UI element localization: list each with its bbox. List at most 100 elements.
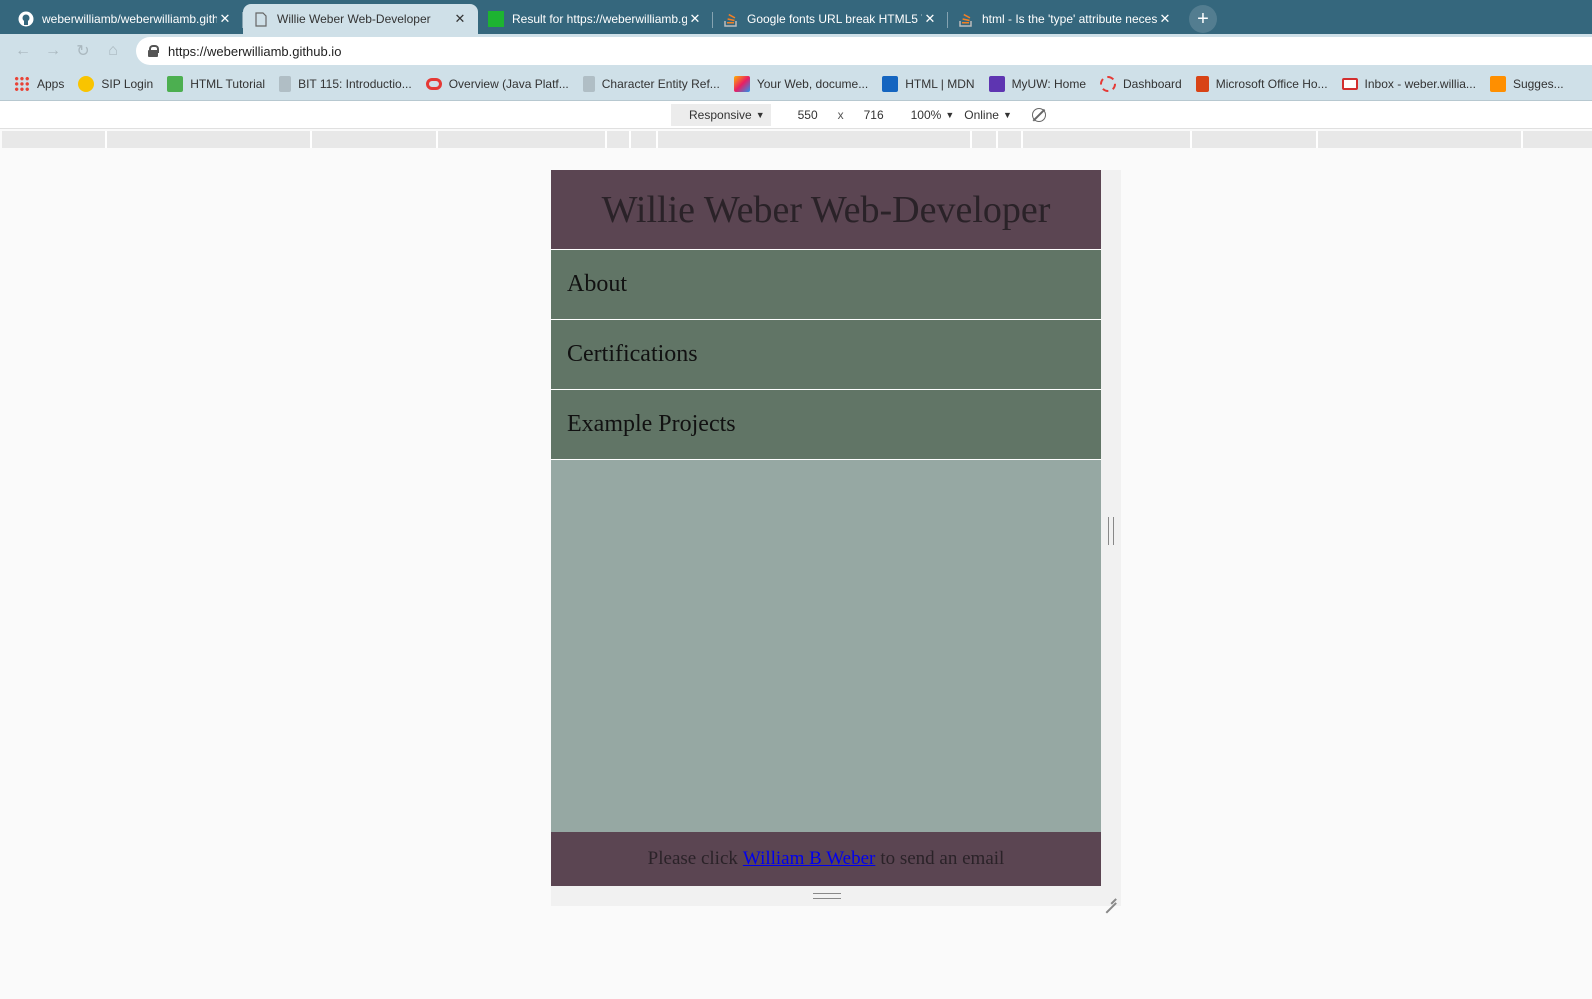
bookmark-character-entity[interactable]: Character Entity Ref...	[582, 76, 720, 92]
network-label: Online	[964, 108, 999, 122]
zoom-label: 100%	[910, 108, 942, 122]
main-content	[551, 460, 1101, 830]
bookmark-label: HTML Tutorial	[190, 77, 266, 91]
bookmark-your-web[interactable]: Your Web, docume...	[733, 76, 869, 92]
page-icon	[253, 11, 269, 27]
office-icon	[1195, 76, 1209, 92]
tab-title: Willie Weber Web-Developer	[277, 12, 431, 26]
media-query-divider	[996, 131, 998, 148]
site-footer: Please click William B Weber to send an …	[551, 832, 1101, 886]
stackoverflow-icon	[723, 11, 739, 27]
bookmark-myuw[interactable]: MyUW: Home	[988, 76, 1087, 92]
tab-google-fonts[interactable]: Google fonts URL break HTML5 Validation …	[713, 4, 948, 34]
media-query-divider	[656, 131, 658, 148]
nav-item-certifications[interactable]: Certifications	[551, 320, 1101, 390]
bookmark-dashboard[interactable]: Dashboard	[1100, 76, 1182, 92]
dashboard-icon	[1100, 76, 1117, 92]
dropdown-caret-icon: ▼	[1002, 110, 1012, 120]
address-bar[interactable]: https://weberwilliamb.github.io	[136, 37, 1592, 65]
tab-type-attribute[interactable]: html - Is the 'type' attribute necessary…	[948, 4, 1183, 34]
reload-icon[interactable]: ↻	[68, 37, 98, 65]
tab-github[interactable]: weberwilliamb/weberwilliamb.github.io ✕	[8, 4, 243, 34]
oracle-icon	[425, 78, 442, 90]
tab-willie-weber[interactable]: Willie Weber Web-Developer ✕	[243, 4, 478, 34]
stackoverflow-icon	[958, 11, 974, 27]
bookmark-sip-login[interactable]: SIP Login	[78, 76, 153, 92]
bookmark-html-mdn[interactable]: HTML | MDN	[882, 76, 975, 92]
lock-icon	[148, 45, 159, 57]
tab-title: weberwilliamb/weberwilliamb.github.io	[42, 12, 217, 26]
green-square-icon	[488, 11, 504, 27]
bookmarks-bar: Apps SIP Login HTML Tutorial BIT 115: In…	[0, 68, 1592, 101]
device-toolbar: Responsive ▼ 550 x 716 100% ▼ Online ▼	[0, 101, 1592, 129]
dropdown-caret-icon: ▼	[755, 110, 765, 120]
viewport-width-input[interactable]: 550	[784, 104, 831, 126]
bookmark-bit115[interactable]: BIT 115: Introductio...	[279, 76, 412, 92]
bookmark-label: Sugges...	[1512, 77, 1564, 91]
close-icon[interactable]: ✕	[1157, 11, 1173, 27]
bookmark-inbox[interactable]: Inbox - weber.willia...	[1341, 77, 1476, 91]
gmail-icon	[1341, 78, 1358, 90]
media-query-divider	[310, 131, 312, 148]
back-icon[interactable]: ←	[8, 37, 38, 65]
close-icon[interactable]: ✕	[452, 11, 468, 27]
footer-text-after: to send an email	[880, 848, 1005, 869]
resize-handle-right[interactable]	[1108, 517, 1114, 545]
dimension-separator: x	[837, 108, 844, 122]
apps-grid-icon	[14, 76, 30, 92]
media-query-divider	[1021, 131, 1023, 148]
home-icon[interactable]: ⌂	[98, 37, 128, 65]
device-mode-select[interactable]: Responsive ▼	[671, 104, 771, 126]
bookmark-html-tutorial[interactable]: HTML Tutorial	[167, 76, 265, 92]
media-query-divider	[605, 131, 607, 148]
bookmark-label: BIT 115: Introductio...	[298, 77, 412, 91]
bookmark-label: Character Entity Ref...	[601, 77, 720, 91]
myuw-icon	[988, 76, 1005, 92]
sip-login-icon	[78, 76, 95, 92]
suggestion-icon	[1489, 76, 1506, 92]
site-title: Willie Weber Web-Developer	[601, 188, 1051, 231]
url-text: https://weberwilliamb.github.io	[168, 43, 342, 59]
close-icon[interactable]: ✕	[922, 11, 938, 27]
bookmark-office[interactable]: Microsoft Office Ho...	[1195, 76, 1328, 92]
tab-result[interactable]: Result for https://weberwilliamb.github.…	[478, 4, 713, 34]
media-query-divider	[970, 131, 972, 148]
bookmark-label: HTML | MDN	[905, 77, 975, 91]
bookmark-label: Microsoft Office Ho...	[1215, 77, 1328, 91]
close-icon[interactable]: ✕	[687, 11, 703, 27]
tab-strip: weberwilliamb/weberwilliamb.github.io ✕ …	[0, 0, 1592, 34]
network-throttle-select[interactable]: Online ▼	[964, 108, 1012, 122]
emulated-viewport: Willie Weber Web-Developer About Certifi…	[551, 170, 1101, 886]
bookmark-java-overview[interactable]: Overview (Java Platf...	[425, 77, 569, 91]
media-query-divider	[1521, 131, 1523, 148]
nav-item-about[interactable]: About	[551, 250, 1101, 320]
tab-title: html - Is the 'type' attribute necessary	[982, 12, 1157, 26]
bookmark-label: Overview (Java Platf...	[448, 77, 569, 91]
media-query-divider	[1316, 131, 1318, 148]
nav-item-example-projects[interactable]: Example Projects	[551, 390, 1101, 460]
bookmark-apps[interactable]: Apps	[14, 76, 64, 92]
device-mode-label: Responsive	[689, 108, 752, 122]
page-icon	[582, 76, 595, 92]
bookmark-label: Inbox - weber.willia...	[1364, 77, 1476, 91]
dropdown-caret-icon: ▼	[945, 110, 955, 120]
footer-text-before: Please click	[647, 848, 738, 869]
media-query-bar[interactable]	[2, 131, 1592, 148]
page-icon	[279, 76, 292, 92]
new-tab-button[interactable]: +	[1189, 5, 1217, 33]
mdn-icon	[882, 76, 899, 92]
email-link[interactable]: William B Weber	[743, 848, 875, 870]
zoom-select[interactable]: 100% ▼	[911, 108, 955, 122]
forward-icon[interactable]: →	[38, 37, 68, 65]
tab-title: Result for https://weberwilliamb.github.…	[512, 12, 687, 26]
resize-handle-bottom[interactable]	[813, 893, 841, 899]
viewport-height-input[interactable]: 716	[850, 104, 897, 126]
bookmark-label: MyUW: Home	[1011, 77, 1087, 91]
rotate-icon[interactable]	[1031, 108, 1046, 122]
resize-handle-corner[interactable]	[1104, 891, 1116, 903]
close-icon[interactable]: ✕	[217, 11, 233, 27]
bookmark-label: Your Web, docume...	[756, 77, 869, 91]
tab-title: Google fonts URL break HTML5 Validation	[747, 12, 922, 26]
bookmark-suggested[interactable]: Sugges...	[1489, 76, 1564, 92]
mdn-icon	[733, 76, 750, 92]
